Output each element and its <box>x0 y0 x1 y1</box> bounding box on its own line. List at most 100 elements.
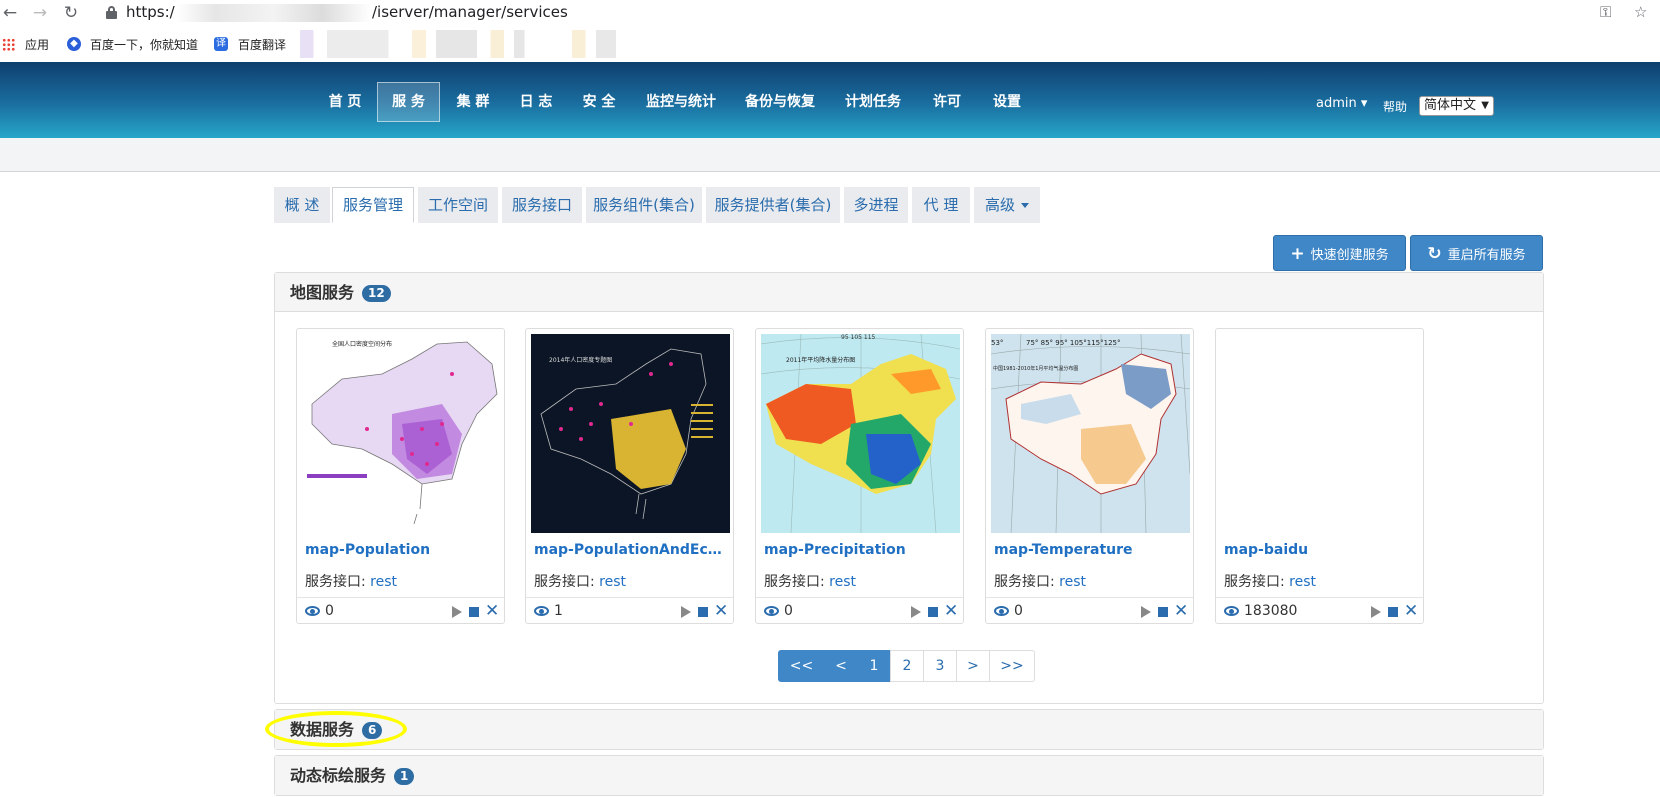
url-redacted-host <box>176 4 371 22</box>
highlight-annotation <box>265 711 407 747</box>
tab-proxy[interactable]: 代 理 <box>912 187 970 223</box>
nav-backup[interactable]: 备份与恢复 <box>740 82 820 122</box>
interface-link[interactable]: rest <box>1059 574 1086 590</box>
nav-license[interactable]: 许可 <box>924 82 970 122</box>
back-arrow-icon[interactable]: ← <box>0 3 20 23</box>
card-footer: 1 ✕ <box>526 597 733 623</box>
tab-service-providers[interactable]: 服务提供者(集合) <box>706 187 840 223</box>
play-icon[interactable] <box>1141 606 1151 618</box>
tab-service-components[interactable]: 服务组件(集合) <box>586 187 702 223</box>
dynamic-plot-services-header[interactable]: 动态标绘服务 1 <box>275 756 1543 795</box>
interface-link[interactable]: rest <box>1289 574 1316 590</box>
data-services-header[interactable]: 数据服务 6 <box>275 710 1543 749</box>
map-thumbnail[interactable]: 全国人口密度空间分布 <box>302 334 501 533</box>
eye-icon <box>994 606 1009 616</box>
language-select[interactable]: 简体中文 ▼ <box>1419 96 1494 116</box>
star-icon[interactable]: ☆ <box>1634 3 1647 21</box>
delete-icon[interactable]: ✕ <box>714 601 728 621</box>
service-interface: 服务接口: rest <box>305 571 397 591</box>
nav-monitoring[interactable]: 监控与统计 <box>641 82 721 122</box>
page-first[interactable]: << <box>778 650 825 682</box>
tab-workspace[interactable]: 工作空间 <box>418 187 498 223</box>
tab-advanced[interactable]: 高级 <box>974 187 1040 223</box>
count-badge: 12 <box>362 285 391 302</box>
stop-icon[interactable] <box>1388 607 1398 617</box>
view-count: 0 <box>325 603 334 619</box>
service-card[interactable]: 53° 75° 85° 95° 105°115°125° 中国1981-2010… <box>985 328 1194 624</box>
tab-service-interface[interactable]: 服务接口 <box>502 187 582 223</box>
count-badge: 1 <box>394 768 415 785</box>
url-path: /iserver/manager/services <box>372 3 568 21</box>
user-caret-icon: ▾ <box>1360 96 1368 111</box>
view-count: 0 <box>1014 603 1023 619</box>
tab-overview[interactable]: 概 述 <box>274 187 330 223</box>
help-link[interactable]: 帮助 <box>1383 98 1407 115</box>
quick-create-label: 快速创建服务 <box>1310 248 1389 263</box>
service-card[interactable]: 2011年平均降水量分布图 95 105 115 map-Precipitati… <box>755 328 964 624</box>
interface-link[interactable]: rest <box>829 574 856 590</box>
delete-icon[interactable]: ✕ <box>1404 601 1418 621</box>
stop-icon[interactable] <box>698 607 708 617</box>
restart-all-services-button[interactable]: ↻ 重启所有服务 <box>1410 235 1543 271</box>
nav-services[interactable]: 服 务 <box>377 82 440 122</box>
data-services-panel[interactable]: 数据服务 6 <box>274 709 1544 750</box>
key-icon[interactable]: ⚿ <box>1600 3 1611 21</box>
panel-title: 动态标绘服务 <box>290 766 387 785</box>
service-name[interactable]: map-PopulationAndEcono... <box>534 542 727 558</box>
play-icon[interactable] <box>681 606 691 618</box>
service-name[interactable]: map-baidu <box>1224 542 1417 558</box>
interface-link[interactable]: rest <box>370 574 397 590</box>
dynamic-plot-services-panel[interactable]: 动态标绘服务 1 <box>274 755 1544 796</box>
service-card[interactable]: 2014年人口密度专题图 map-PopulationAndEcono... 服… <box>525 328 734 624</box>
delete-icon[interactable]: ✕ <box>485 601 499 621</box>
tab-service-management[interactable]: 服务管理 <box>332 187 414 223</box>
map-thumbnail[interactable]: 53° 75° 85° 95° 105°115°125° 中国1981-2010… <box>991 334 1190 533</box>
page-prev[interactable]: < <box>824 650 858 682</box>
delete-icon[interactable]: ✕ <box>1174 601 1188 621</box>
service-interface: 服务接口: rest <box>1224 571 1316 591</box>
bookmark-baidu[interactable]: 百度一下，你就知道 <box>90 36 198 53</box>
nav-scheduled-tasks[interactable]: 计划任务 <box>838 82 908 122</box>
map-services-header[interactable]: 地图服务 12 <box>275 273 1543 312</box>
nav-cluster[interactable]: 集 群 <box>447 82 499 122</box>
nav-settings[interactable]: 设置 <box>984 82 1030 122</box>
stop-icon[interactable] <box>928 607 938 617</box>
page-1[interactable]: 1 <box>857 650 891 682</box>
service-name[interactable]: map-Precipitation <box>764 542 957 558</box>
play-icon[interactable] <box>911 606 921 618</box>
service-card[interactable]: map-baidu 服务接口: rest 183080 ✕ <box>1215 328 1424 624</box>
nav-logs[interactable]: 日 志 <box>510 82 562 122</box>
map-thumbnail[interactable]: 2014年人口密度专题图 <box>531 334 730 533</box>
page-2[interactable]: 2 <box>890 650 924 682</box>
service-name[interactable]: map-Temperature <box>994 542 1187 558</box>
apps-grid-icon[interactable] <box>2 38 15 51</box>
map-thumbnail[interactable]: 2011年平均降水量分布图 95 105 115 <box>761 334 960 533</box>
delete-icon[interactable]: ✕ <box>944 601 958 621</box>
eye-icon <box>764 606 779 616</box>
bookmark-baidu-translate[interactable]: 百度翻译 <box>238 36 286 53</box>
restart-all-label: 重启所有服务 <box>1447 248 1526 263</box>
card-footer: 0 ✕ <box>756 597 963 623</box>
user-menu[interactable]: admin ▾ <box>1316 96 1367 111</box>
nav-security[interactable]: 安 全 <box>573 82 625 122</box>
reload-icon[interactable]: ↻ <box>61 3 81 23</box>
tab-multiprocess[interactable]: 多进程 <box>844 187 908 223</box>
nav-home[interactable]: 首 页 <box>319 82 371 122</box>
bookmark-apps[interactable]: 应用 <box>25 36 49 53</box>
address-bar[interactable]: https:/ /iserver/manager/services <box>96 1 1656 25</box>
page-next[interactable]: > <box>956 650 990 682</box>
eye-icon <box>534 606 549 616</box>
map-thumbnail-empty[interactable] <box>1221 334 1420 533</box>
map-services-panel: 地图服务 12 全国人口密度空间分布 map-Population 服务接口: r… <box>274 272 1544 704</box>
page-last[interactable]: >> <box>989 650 1035 682</box>
interface-link[interactable]: rest <box>599 574 626 590</box>
page-3[interactable]: 3 <box>923 650 957 682</box>
play-icon[interactable] <box>452 606 462 618</box>
forward-arrow-icon[interactable]: → <box>30 3 50 23</box>
service-name[interactable]: map-Population <box>305 542 498 558</box>
quick-create-service-button[interactable]: + 快速创建服务 <box>1273 235 1406 271</box>
play-icon[interactable] <box>1371 606 1381 618</box>
stop-icon[interactable] <box>1158 607 1168 617</box>
service-card[interactable]: 全国人口密度空间分布 map-Population 服务接口: rest 0 ✕ <box>296 328 505 624</box>
stop-icon[interactable] <box>469 607 479 617</box>
